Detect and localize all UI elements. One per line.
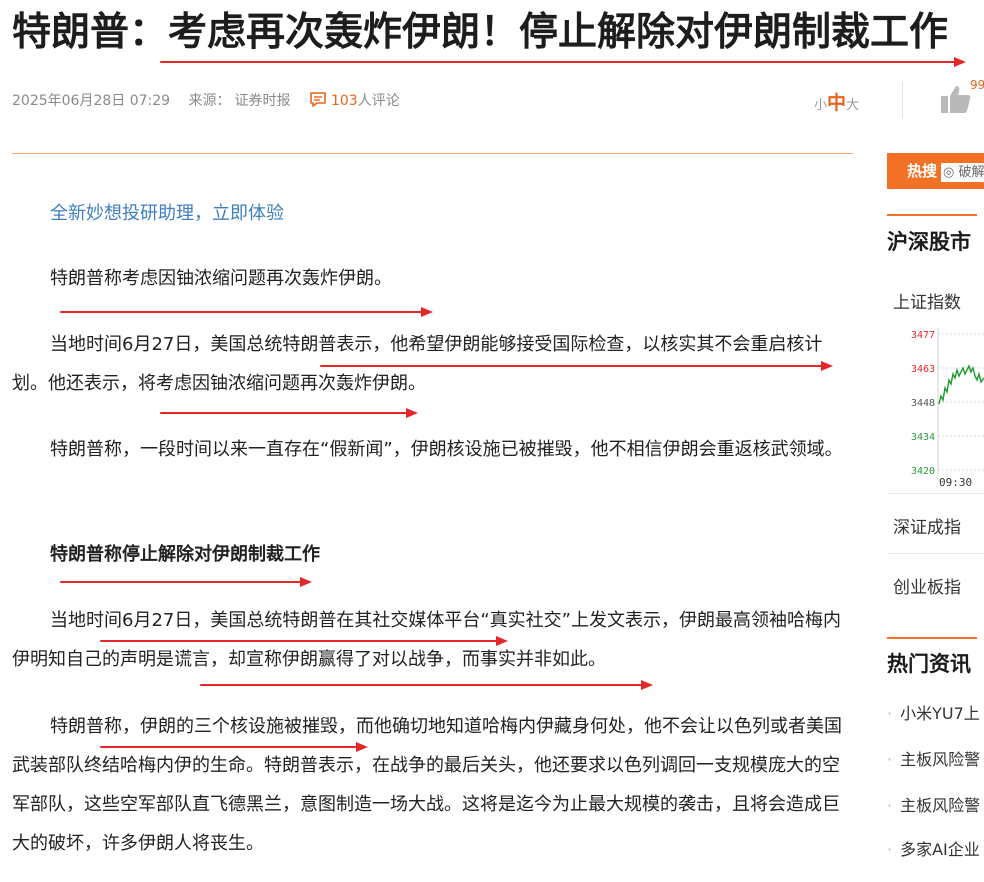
paragraph-text: 特朗普称，伊朗的三个核设施被摧毁，而他确切地知道哈梅内伊藏身何处，他不会让以色列…: [12, 716, 842, 854]
chart-grid: [938, 333, 984, 471]
index-item-chinext[interactable]: 创业板指: [893, 573, 961, 598]
font-large-button[interactable]: 大: [846, 98, 859, 113]
header-divider: [12, 153, 853, 154]
hot-news-link[interactable]: 小米YU7上: [900, 704, 980, 723]
hot-news-link[interactable]: 主板风险警: [900, 750, 980, 769]
meta-divider: [902, 82, 903, 118]
source-name[interactable]: 证券时报: [235, 93, 291, 109]
font-size-control: 小中大: [814, 88, 859, 115]
thumbs-up-icon[interactable]: [940, 84, 972, 114]
comment-icon[interactable]: [309, 91, 327, 108]
sidebar-divider: [887, 553, 984, 554]
y-tick-3477: 3477: [911, 330, 935, 341]
paragraph-3: 特朗普称，一段时间以来一直存在“假新闻”，伊朗核设施已被摧毁，他不相信伊朗会重返…: [12, 430, 857, 469]
annotation-arrow: [200, 680, 653, 690]
y-tick-3463: 3463: [911, 364, 935, 375]
hot-news-title: 热门资讯: [887, 652, 971, 676]
index-mini-chart: 3477 3463 3448 3434 3420 09:30: [911, 328, 984, 489]
subheading: 特朗普称停止解除对伊朗制裁工作: [12, 535, 857, 574]
annotation-arrow: [60, 577, 312, 587]
market-section-title: 沪深股市: [887, 230, 971, 254]
sidebar-divider: [887, 493, 984, 494]
y-tick-3448: 3448: [911, 398, 935, 409]
x-tick-0930: 09:30: [939, 476, 972, 489]
hot-news-item[interactable]: · 主板风险警: [887, 792, 980, 816]
article-headline: 特朗普：考虑再次轰炸伊朗！停止解除对伊朗制裁工作: [12, 10, 949, 55]
publish-datetime: 2025年06月28日 07:29: [12, 93, 171, 109]
annotation-arrow: [160, 57, 966, 67]
annotation-arrow: [160, 408, 418, 418]
paragraph-text: 特朗普称，一段时间以来一直存在“假新闻”，伊朗核设施已被摧毁，他不相信伊朗会重返…: [50, 439, 843, 460]
hot-news-item[interactable]: · 多家AI企业: [887, 836, 980, 860]
article-meta: 2025年06月28日 07:29 来源： 证券时报 103人评论: [12, 90, 414, 110]
news-title-rule: [887, 637, 977, 639]
subheading-text: 特朗普称停止解除对伊朗制裁工作: [50, 544, 320, 565]
promo-link[interactable]: 全新妙想投研助理，立即体验: [50, 203, 284, 224]
paragraph-5: 特朗普称，伊朗的三个核设施被摧毁，而他确切地知道哈梅内伊藏身何处，他不会让以色列…: [12, 707, 857, 863]
font-small-button[interactable]: 小: [814, 98, 827, 113]
hot-search-icon: ◎ 破解: [941, 163, 984, 182]
annotation-arrow: [60, 307, 433, 317]
comment-count[interactable]: 103: [331, 93, 358, 109]
annotation-arrow: [100, 636, 508, 646]
y-tick-3420: 3420: [911, 466, 935, 477]
hot-search-button[interactable]: 热搜 ◎ 破解: [887, 153, 984, 189]
y-tick-3434: 3434: [911, 432, 935, 443]
hot-news-link[interactable]: 多家AI企业: [900, 840, 980, 859]
promo-paragraph: 全新妙想投研助理，立即体验: [12, 194, 857, 233]
market-title-rule: [887, 214, 977, 216]
like-count: 99: [970, 78, 984, 92]
annotation-arrow: [100, 742, 368, 752]
font-medium-button[interactable]: 中: [827, 92, 846, 114]
source-label: 来源：: [188, 93, 231, 109]
paragraph-1: 特朗普称考虑因铀浓缩问题再次轰炸伊朗。: [12, 259, 857, 298]
annotation-arrow: [320, 361, 833, 371]
index-item-sse[interactable]: 上证指数: [893, 288, 961, 313]
index-item-szse[interactable]: 深证成指: [893, 513, 961, 538]
comment-suffix[interactable]: 人评论: [358, 93, 400, 109]
paragraph-text: 特朗普称考虑因铀浓缩问题再次轰炸伊朗。: [50, 268, 392, 289]
hot-news-link[interactable]: 主板风险警: [900, 796, 980, 815]
hot-news-item[interactable]: · 小米YU7上: [887, 700, 980, 724]
hot-news-item[interactable]: · 主板风险警: [887, 746, 980, 770]
hot-search-tag: 热搜: [907, 162, 938, 180]
index-line: [938, 364, 984, 405]
